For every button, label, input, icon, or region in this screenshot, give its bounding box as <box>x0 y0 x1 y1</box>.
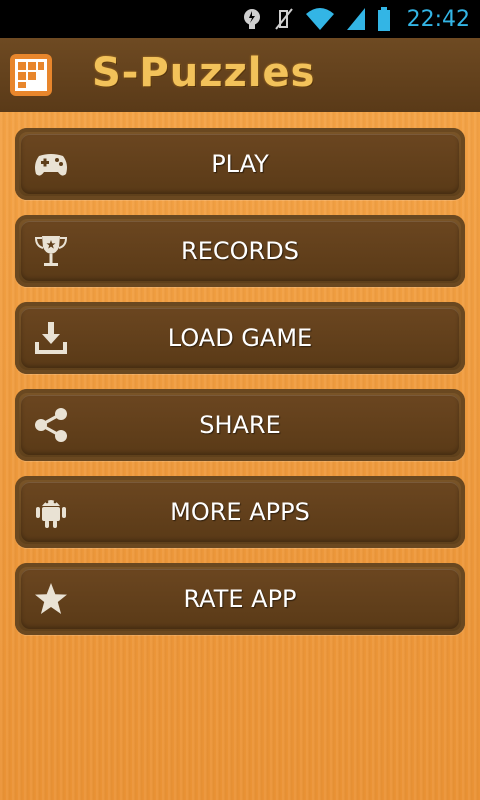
puzzle-grid-icon[interactable] <box>10 54 52 96</box>
records-label: RECORDS <box>181 237 299 265</box>
status-bar: 22:42 <box>0 0 480 38</box>
main-menu: PLAY RECORDS LOAD GAME SHARE MORE APPS R… <box>15 128 465 650</box>
signal-icon <box>345 6 367 32</box>
more-apps-label: MORE APPS <box>170 498 310 526</box>
action-bar: S-Puzzles <box>0 38 480 114</box>
main-content: PLAY RECORDS LOAD GAME SHARE MORE APPS R… <box>0 112 480 800</box>
rate-app-button[interactable]: RATE APP <box>15 563 465 635</box>
more-apps-button[interactable]: MORE APPS <box>15 476 465 548</box>
load-game-button[interactable]: LOAD GAME <box>15 302 465 374</box>
app-title: S-Puzzles <box>92 50 316 96</box>
muted-icon <box>273 6 295 32</box>
load-game-label: LOAD GAME <box>167 324 313 352</box>
rate-app-label: RATE APP <box>183 585 297 613</box>
location-icon <box>241 6 263 32</box>
status-icons: 22:42 <box>241 0 470 38</box>
battery-icon <box>377 6 391 32</box>
records-button[interactable]: RECORDS <box>15 215 465 287</box>
share-button[interactable]: SHARE <box>15 389 465 461</box>
play-button[interactable]: PLAY <box>15 128 465 200</box>
play-label: PLAY <box>211 150 269 178</box>
status-time: 22:42 <box>406 6 470 32</box>
share-label: SHARE <box>199 411 281 439</box>
wifi-icon <box>305 6 335 32</box>
